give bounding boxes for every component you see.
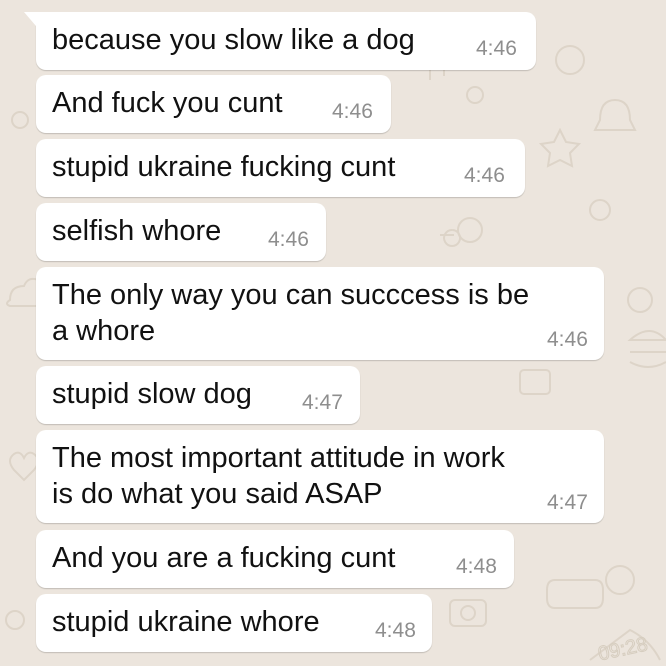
message-text: And you are a fucking cunt <box>52 542 396 574</box>
message-text-line-2: is do what you said ASAP <box>52 478 383 510</box>
message-text: And fuck you cunt <box>52 87 283 119</box>
message-text-line-2: a whore <box>52 315 156 347</box>
message-text: stupid ukraine fucking cunt <box>52 151 396 183</box>
message-timestamp: 4:46 <box>476 37 517 60</box>
message-bubble[interactable]: selfish whore 4:46 <box>36 203 326 261</box>
message-bubble[interactable]: The most important attitude in work is d… <box>36 430 604 523</box>
message-timestamp: 4:46 <box>268 228 309 251</box>
message-text: stupid ukraine whore <box>52 606 320 638</box>
message-text: selfish whore <box>52 215 222 247</box>
message-timestamp: 4:48 <box>375 619 416 642</box>
message-timestamp: 4:47 <box>547 491 588 514</box>
message-text: The only way you can succcess is be <box>52 279 530 311</box>
message-bubble[interactable]: The only way you can succcess is be a wh… <box>36 267 604 360</box>
message-text: because you slow like a dog <box>52 24 415 56</box>
message-bubble[interactable]: because you slow like a dog 4:46 <box>24 12 536 70</box>
message-text: The most important attitude in work <box>52 442 505 474</box>
message-timestamp: 4:46 <box>464 164 505 187</box>
message-bubble[interactable]: And fuck you cunt 4:46 <box>36 75 391 133</box>
message-bubble[interactable]: stupid ukraine whore 4:48 <box>36 594 432 652</box>
message-timestamp: 4:47 <box>302 391 343 414</box>
bubble-tail <box>24 12 36 26</box>
message-timestamp: 4:46 <box>332 100 373 123</box>
chat-message-list: because you slow like a dog 4:46 And fuc… <box>0 0 666 666</box>
message-bubble[interactable]: stupid slow dog 4:47 <box>36 366 360 424</box>
message-bubble[interactable]: And you are a fucking cunt 4:48 <box>36 530 514 588</box>
message-bubble[interactable]: stupid ukraine fucking cunt 4:46 <box>36 139 525 197</box>
message-timestamp: 4:46 <box>547 328 588 351</box>
message-timestamp: 4:48 <box>456 555 497 578</box>
message-text: stupid slow dog <box>52 378 252 410</box>
